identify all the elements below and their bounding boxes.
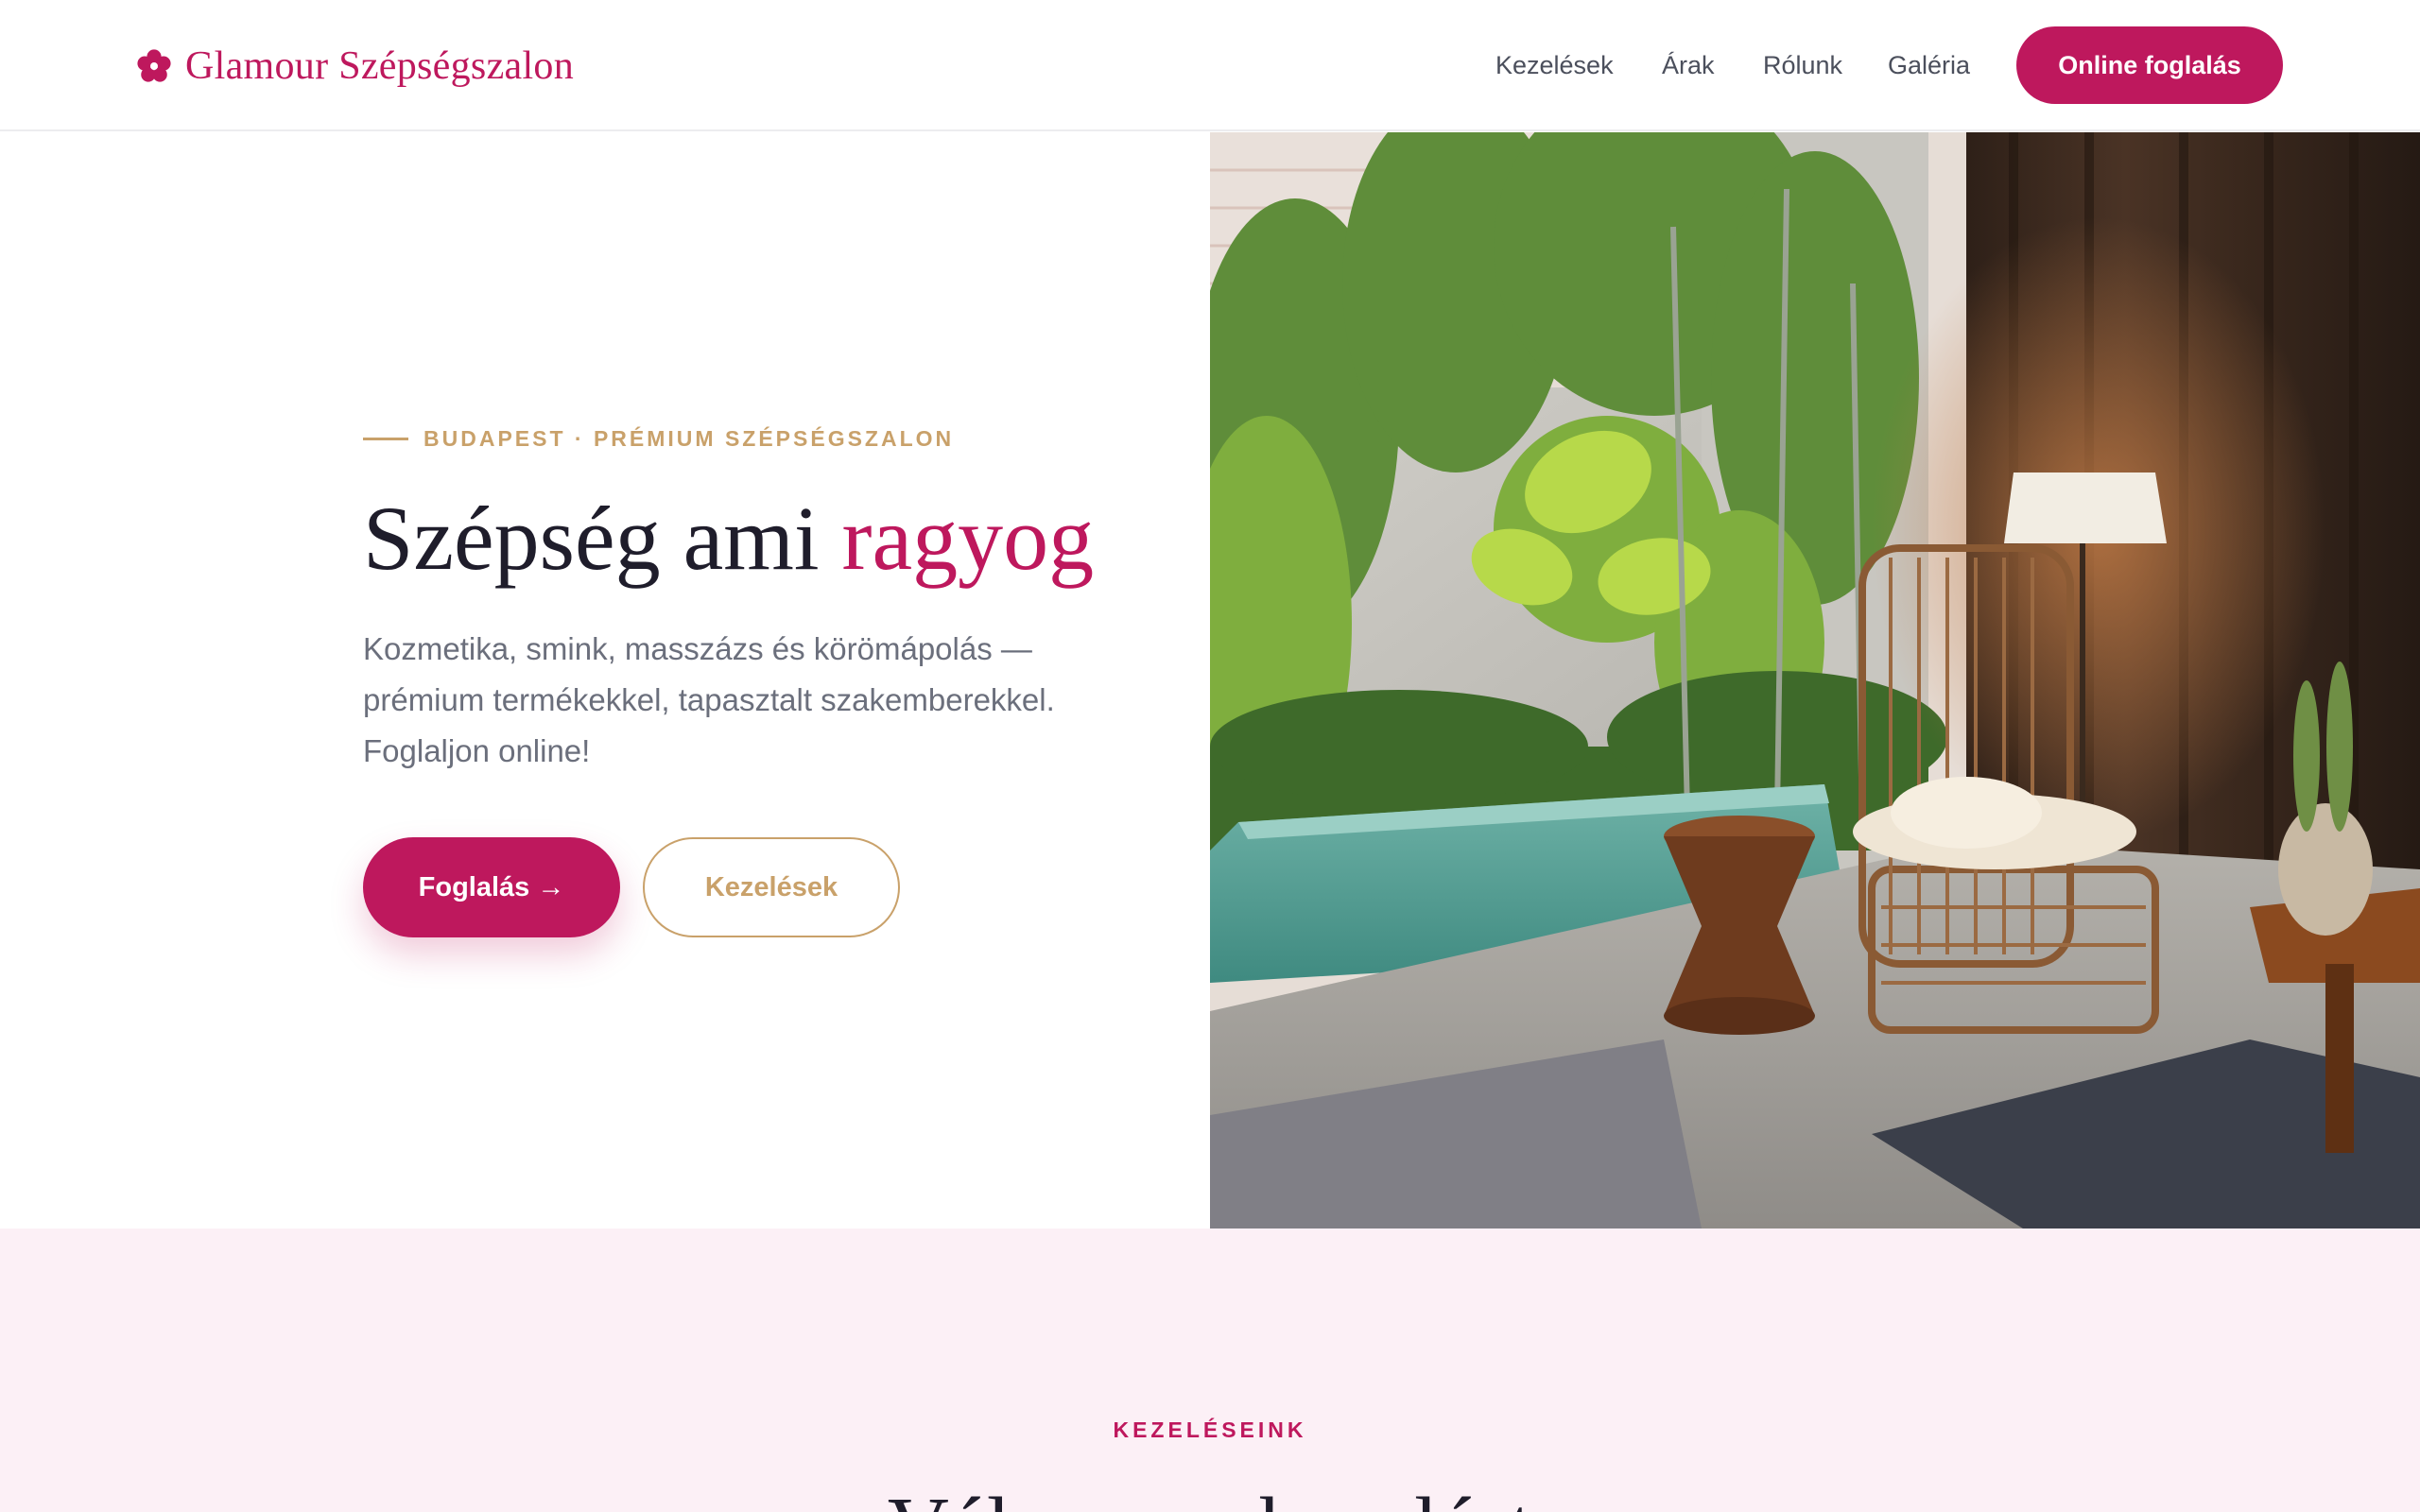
hero-title-main: Szépség ami — [363, 488, 842, 589]
online-booking-button[interactable]: Online foglalás — [2016, 26, 2283, 104]
services-section: KEZELÉSEINK Válasszon kezelést — [0, 1228, 2420, 1512]
hero-image — [1210, 132, 2420, 1228]
hero-subtitle: Kozmetika, smink, masszázs és körömápolá… — [363, 631, 1055, 768]
hero-eyebrow: BUDAPEST · PRÉMIUM SZÉPSÉGSZALON — [363, 422, 954, 455]
book-button[interactable]: Foglalás → — [363, 837, 620, 937]
eyebrow-divider — [363, 437, 408, 440]
services-eyebrow: KEZELÉSEINK — [1113, 1418, 1307, 1442]
hero-title: Szépség ami ragyog — [363, 482, 1094, 595]
nav-link-kezelesek[interactable]: Kezelések — [1495, 45, 1614, 85]
nav-link-galeria[interactable]: Galéria — [1888, 45, 1970, 85]
flower-icon — [137, 49, 171, 82]
spa-interior-photo — [1210, 132, 2420, 1228]
nav-link-rolunk[interactable]: Rólunk — [1763, 45, 1842, 85]
nav-link-arak[interactable]: Árak — [1662, 45, 1715, 85]
hero-title-accent: ragyog — [841, 488, 1095, 589]
site-header: Glamour Szépségszalon Kezelések Árak Ról… — [0, 0, 2420, 131]
brand-logo[interactable]: Glamour Szépségszalon — [136, 42, 574, 91]
hero-eyebrow-text: BUDAPEST · PRÉMIUM SZÉPSÉGSZALON — [424, 425, 955, 451]
services-title: Válasszon kezelést — [0, 1476, 2420, 1512]
treatments-button[interactable]: Kezelések — [643, 837, 900, 937]
brand-name: Glamour Szépségszalon — [185, 44, 575, 88]
